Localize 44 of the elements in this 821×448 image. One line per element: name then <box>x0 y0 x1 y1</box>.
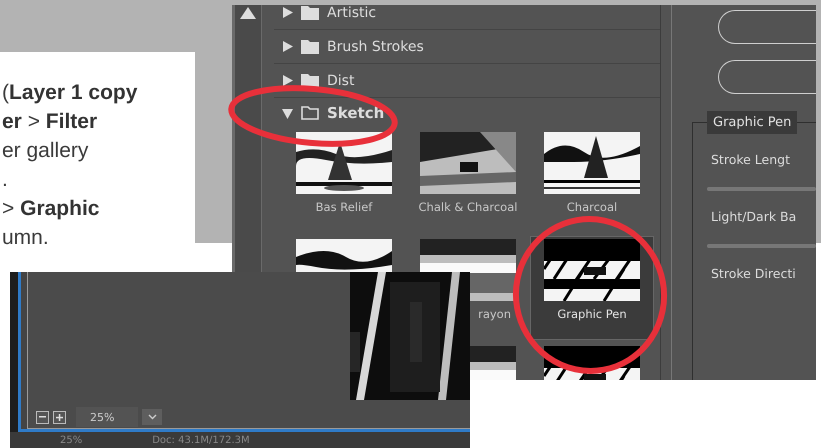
filter-label: Charcoal <box>566 200 618 214</box>
slider-track[interactable] <box>707 244 816 248</box>
category-label[interactable]: Artistic <box>327 5 376 20</box>
collapsed-arrow-icon[interactable] <box>282 7 293 18</box>
filter-label: rayon <box>478 307 511 321</box>
zoom-field[interactable]: 25% <box>76 407 138 427</box>
chevron-down-icon <box>148 414 156 420</box>
category-label[interactable]: Dist <box>327 72 354 88</box>
instruction-text: . <box>2 167 9 193</box>
zoom-out-button[interactable] <box>36 410 49 424</box>
instruction-text: > Graphic <box>2 196 100 222</box>
expanded-arrow-icon[interactable] <box>282 108 293 118</box>
folder-icon <box>301 40 319 54</box>
minus-icon <box>39 416 46 418</box>
status-zoom: 25% <box>60 434 82 446</box>
filter-thumbnail[interactable]: Graphic Pen <box>530 236 654 340</box>
collapsed-arrow-icon[interactable] <box>282 75 293 86</box>
filter-thumbnail[interactable]: Bas Relief <box>282 129 406 233</box>
pill-button[interactable] <box>718 60 816 94</box>
document-info: Doc: 43.1M/172.3M <box>152 434 250 446</box>
plus-icon <box>56 414 63 420</box>
folder-icon <box>301 106 319 120</box>
collapsed-arrow-icon[interactable] <box>282 41 293 52</box>
setting-label: Stroke Directi <box>711 266 797 281</box>
zoom-in-button[interactable] <box>53 410 66 424</box>
filter-name-tab[interactable]: Graphic Pen <box>707 111 798 134</box>
instruction-text: er gallery <box>2 138 90 164</box>
filter-label: Chalk & Charcoal <box>418 200 518 214</box>
setting-label: Light/Dark Ba <box>711 209 798 224</box>
pill-button[interactable] <box>718 10 816 44</box>
instruction-text: er > Filter <box>2 109 98 135</box>
zoom-dropdown[interactable] <box>142 409 162 425</box>
category-label[interactable]: Brush Strokes <box>327 38 424 54</box>
category-label[interactable]: Sketch <box>327 104 384 122</box>
slider-track[interactable] <box>707 187 816 191</box>
instruction-text: umn. <box>2 225 50 251</box>
instruction-text: (Layer 1 copy <box>2 80 138 106</box>
folder-icon <box>301 6 319 20</box>
filter-label: Graphic Pen <box>557 307 627 321</box>
filter-thumbnail[interactable]: Charcoal <box>530 129 654 233</box>
scroll-up-icon[interactable] <box>240 7 256 19</box>
filter-label: Bas Relief <box>316 200 372 214</box>
filter-thumbnail[interactable]: Chalk & Charcoal <box>406 129 530 233</box>
setting-label: Stroke Lengt <box>711 152 791 167</box>
